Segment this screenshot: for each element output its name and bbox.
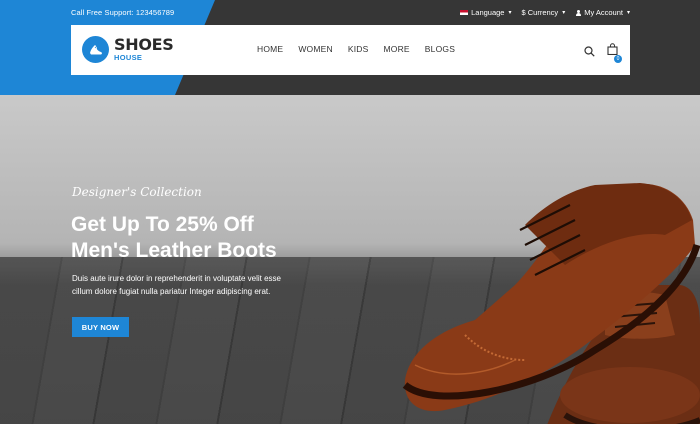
main-navbar: SHOES HOUSE HOME WOMEN KIDS MORE BLOGS 0 (71, 25, 630, 75)
support-text: Call Free Support: 123456789 (71, 8, 175, 17)
currency-label: $ Currency (521, 8, 559, 17)
hero-title: Get Up To 25% Off Men's Leather Boots (71, 212, 277, 264)
currency-dropdown[interactable]: $ Currency ▾ (522, 8, 566, 17)
flag-icon (460, 10, 469, 15)
chevron-down-icon: ▾ (508, 10, 512, 16)
language-label: Language (471, 8, 505, 17)
cart-count-badge: 0 (614, 55, 622, 63)
hero-title-line-1: Get Up To 25% Off (71, 213, 254, 236)
site-logo[interactable]: SHOES HOUSE (82, 35, 174, 63)
main-menu: HOME WOMEN KIDS MORE BLOGS (257, 44, 455, 54)
shopping-bag-icon (607, 43, 618, 56)
leather-shoes-image (402, 183, 700, 424)
brand-sub: HOUSE (114, 53, 143, 63)
top-header: Call Free Support: 123456789 Language ▾ … (0, 0, 700, 95)
account-label: My Account (584, 8, 623, 17)
menu-item-more[interactable]: MORE (383, 44, 409, 54)
shoe-logo-icon (82, 36, 109, 63)
search-icon[interactable] (584, 45, 595, 57)
cart-button[interactable]: 0 (607, 42, 622, 63)
language-dropdown[interactable]: Language ▾ (460, 8, 512, 17)
account-dropdown[interactable]: My Account ▾ (575, 8, 630, 17)
menu-item-kids[interactable]: KIDS (348, 44, 369, 54)
hero-script-heading: Designer's Collection (72, 185, 202, 199)
hero-desc-line-2: cillum dolore fugiat nulla pariatur Inte… (72, 287, 271, 296)
hero-title-line-2: Men's Leather Boots (71, 239, 277, 262)
chevron-down-icon: ▾ (562, 10, 566, 16)
buy-now-button[interactable]: BUY NOW (72, 317, 129, 337)
menu-item-women[interactable]: WOMEN (298, 44, 333, 54)
chevron-down-icon: ▾ (626, 10, 630, 16)
hero-banner: Designer's Collection Get Up To 25% Off … (0, 95, 700, 424)
brand-name: SHOES (114, 35, 174, 55)
header-icons: 0 (584, 42, 622, 63)
hero-description: Duis aute irure dolor in reprehenderit i… (72, 272, 312, 298)
top-nav: Language ▾ $ Currency ▾ My Account ▾ (460, 8, 630, 17)
user-icon (575, 9, 581, 16)
menu-item-home[interactable]: HOME (257, 44, 283, 54)
hero-desc-line-1: Duis aute irure dolor in reprehenderit i… (72, 274, 282, 283)
menu-item-blogs[interactable]: BLOGS (425, 44, 455, 54)
